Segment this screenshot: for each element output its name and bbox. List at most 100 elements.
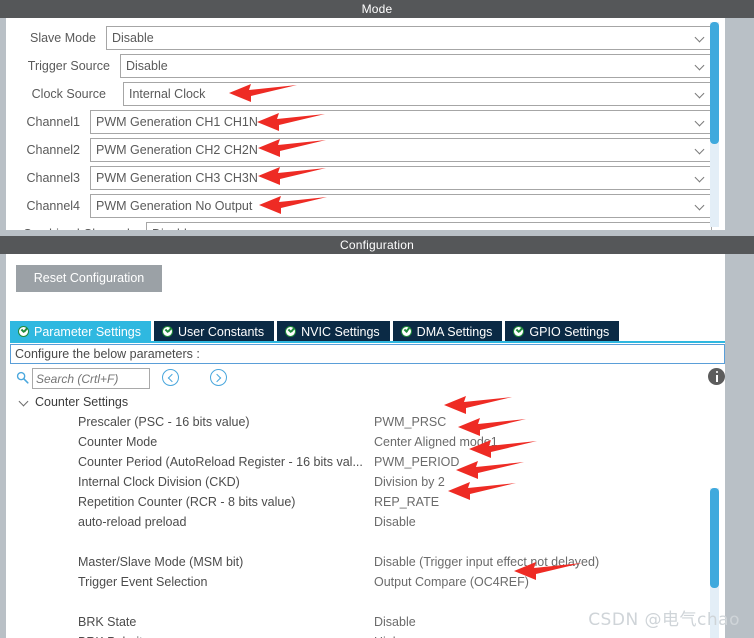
mode-dropdown-value: Disable: [126, 59, 168, 73]
mode-scrollbar-thumb[interactable]: [710, 22, 719, 144]
mode-row: Channel1 PWM Generation CH1 CH1N: [6, 110, 712, 134]
mode-row: Combined Channels Disable: [6, 222, 712, 230]
search-next-button[interactable]: [210, 369, 227, 386]
mode-dropdown[interactable]: PWM Generation CH2 CH2N: [90, 138, 712, 162]
parameter-value[interactable]: REP_RATE: [374, 492, 439, 512]
search-icon: [16, 371, 29, 384]
parameter-value[interactable]: Disable: [374, 512, 416, 532]
parameter-name: BRK Polarity: [78, 632, 149, 638]
mode-dropdown[interactable]: Disable: [146, 222, 712, 230]
parameter-row[interactable]: Master/Slave Mode (MSM bit) Disable (Trig…: [10, 552, 710, 572]
check-circle-icon: [513, 326, 525, 337]
parameter-value[interactable]: Output Compare (OC4REF): [374, 572, 529, 592]
chevron-down-icon[interactable]: [696, 146, 705, 155]
mode-dropdown-value: PWM Generation CH2 CH2N: [96, 143, 258, 157]
tab-gpio-settings[interactable]: GPIO Settings: [505, 321, 620, 342]
parameter-row[interactable]: BRK Polarity High: [10, 632, 710, 638]
parameter-name: BRK State: [78, 615, 137, 629]
parameter-name: Counter Period (AutoReload Register - 16…: [78, 455, 363, 469]
tab-dma-settings[interactable]: DMA Settings: [392, 321, 503, 342]
search-row: [10, 366, 725, 392]
mode-dropdown[interactable]: PWM Generation No Output: [90, 194, 712, 218]
chevron-down-icon[interactable]: [696, 62, 705, 71]
tab-underline: [10, 341, 725, 343]
mode-dropdown[interactable]: Disable: [120, 54, 712, 78]
chevron-down-icon[interactable]: [696, 34, 705, 43]
parameter-row[interactable]: Prescaler (PSC - 16 bits value) PWM_PRSC: [10, 412, 710, 432]
parameter-value[interactable]: Center Aligned mode1: [374, 432, 498, 452]
info-icon[interactable]: [708, 368, 725, 385]
mode-row: Slave Mode Disable: [6, 26, 712, 50]
parameter-value[interactable]: Disable (Trigger input effect not delaye…: [374, 552, 599, 572]
mode-row-label: Trigger Source: [27, 59, 110, 73]
configuration-panel-body: Reset Configuration Parameter Settings Us…: [6, 254, 725, 638]
csdn-watermark: CSDN @电气chao: [588, 610, 740, 630]
parameter-row[interactable]: Internal Clock Division (CKD) Division by…: [10, 472, 710, 492]
parameter-row[interactable]: Counter Period (AutoReload Register - 16…: [10, 452, 710, 472]
check-circle-icon: [18, 326, 29, 337]
parameter-row[interactable]: auto-reload preload Disable: [10, 512, 710, 532]
mode-row: Channel4 PWM Generation No Output: [6, 194, 712, 218]
tab-parameter-settings[interactable]: Parameter Settings: [10, 321, 151, 342]
chevron-down-icon[interactable]: [696, 90, 705, 99]
mode-row-label: Channel1: [26, 115, 80, 129]
chevron-down-icon[interactable]: [696, 202, 705, 211]
tab-label: Parameter Settings: [34, 324, 141, 339]
tab-label: DMA Settings: [416, 324, 493, 339]
configure-note: Configure the below parameters :: [10, 344, 725, 364]
mode-panel: Mode Slave Mode Disable Trigger Source Disa…: [0, 0, 754, 236]
parameter-value[interactable]: Disable: [374, 612, 416, 632]
configuration-panel: Configuration Reset Configuration Parame…: [0, 236, 754, 638]
mode-row: Channel3 PWM Generation CH3 CH3N: [6, 166, 712, 190]
chevron-down-icon[interactable]: [696, 118, 705, 127]
chevron-down-icon[interactable]: [696, 174, 705, 183]
settings-tab-bar: Parameter Settings User Constants NVIC Set…: [10, 321, 620, 342]
tab-nvic-settings[interactable]: NVIC Settings: [277, 321, 390, 342]
chevron-down-icon[interactable]: [20, 398, 29, 407]
mode-dropdown[interactable]: PWM Generation CH3 CH3N: [90, 166, 712, 190]
mode-dropdown[interactable]: Disable: [106, 26, 712, 50]
app-window: Mode Slave Mode Disable Trigger Source Disa…: [0, 0, 754, 638]
search-prev-button[interactable]: [162, 369, 179, 386]
mode-dropdown-value: Disable: [152, 223, 194, 230]
parameter-row[interactable]: Counter Mode Center Aligned mode1: [10, 432, 710, 452]
parameter-name: Trigger Event Selection: [78, 575, 208, 589]
parameter-group-name: Counter Settings: [35, 395, 129, 409]
parameter-value[interactable]: High: [374, 632, 400, 638]
configuration-panel-title: Configuration: [0, 236, 754, 254]
parameter-group-row[interactable]: Counter Settings: [10, 392, 710, 412]
reset-configuration-button[interactable]: Reset Configuration: [16, 265, 162, 292]
configuration-scrollbar-thumb[interactable]: [710, 488, 719, 588]
mode-panel-body: Slave Mode Disable Trigger Source Disable Cl…: [6, 18, 725, 230]
mode-row-label: Channel2: [26, 143, 80, 157]
mode-row-label: Clock Source: [31, 87, 106, 101]
search-input-box[interactable]: [32, 368, 150, 389]
check-circle-icon: [400, 326, 412, 337]
tab-label: User Constants: [178, 324, 265, 339]
tab-label: GPIO Settings: [529, 324, 610, 339]
mode-row-label: Combined Channels: [6, 222, 142, 230]
parameter-value[interactable]: Division by 2: [374, 472, 445, 492]
mode-row: Channel2 PWM Generation CH2 CH2N: [6, 138, 712, 162]
parameter-name: Repetition Counter (RCR - 8 bits value): [78, 495, 296, 509]
mode-row: Trigger Source Disable: [6, 54, 712, 78]
mode-row-label: Channel3: [26, 171, 80, 185]
mode-row-label: Channel4: [26, 199, 80, 213]
mode-row: Clock Source Internal Clock: [6, 82, 712, 106]
parameter-row[interactable]: Repetition Counter (RCR - 8 bits value) R…: [10, 492, 710, 512]
parameter-row[interactable]: Trigger Event Selection Output Compare (O…: [10, 572, 710, 592]
tab-user-constants[interactable]: User Constants: [154, 321, 275, 342]
parameter-value[interactable]: PWM_PERIOD: [374, 452, 459, 472]
parameter-name: Counter Mode: [78, 435, 158, 449]
tab-label: NVIC Settings: [301, 324, 380, 339]
mode-dropdown-value: Disable: [112, 31, 154, 45]
parameter-name: Internal Clock Division (CKD): [78, 475, 240, 489]
parameter-name: Prescaler (PSC - 16 bits value): [78, 415, 250, 429]
parameter-tree: Counter Settings Prescaler (PSC - 16 bits…: [10, 392, 710, 638]
search-input[interactable]: [33, 369, 149, 388]
mode-dropdown[interactable]: PWM Generation CH1 CH1N: [90, 110, 712, 134]
mode-dropdown-value: Internal Clock: [129, 87, 206, 101]
mode-scrollbar-track[interactable]: [710, 22, 719, 227]
mode-dropdown[interactable]: Internal Clock: [123, 82, 712, 106]
parameter-value[interactable]: PWM_PRSC: [374, 412, 446, 432]
